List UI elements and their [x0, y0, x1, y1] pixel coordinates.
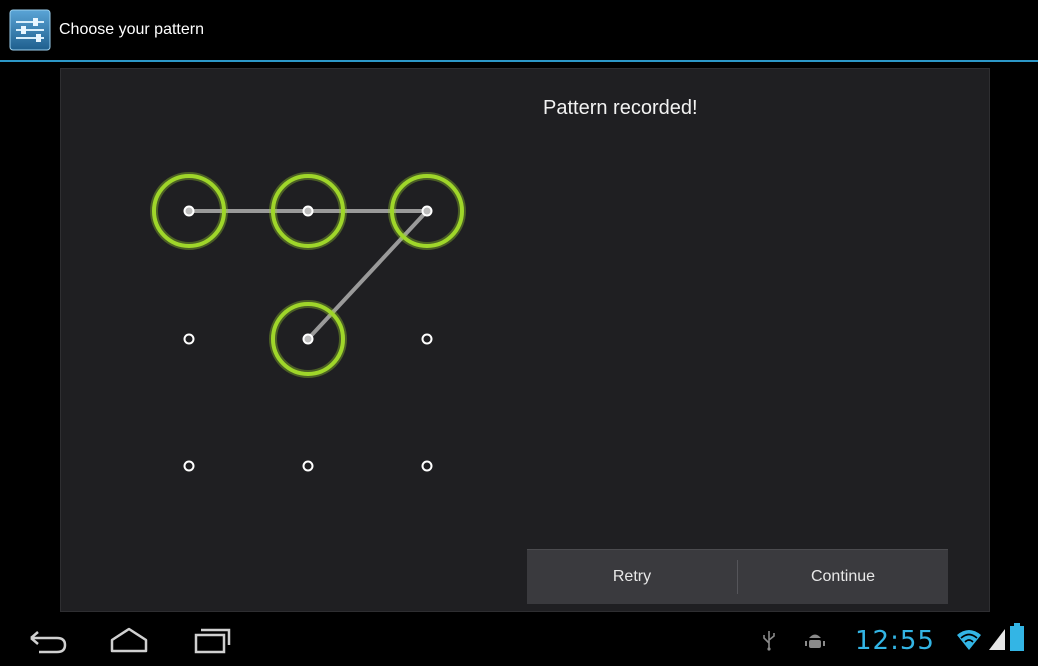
pattern-dot-4[interactable]	[183, 333, 195, 345]
battery-icon	[1010, 623, 1024, 651]
retry-button[interactable]: Retry	[527, 550, 737, 604]
pattern-status-message: Pattern recorded!	[543, 97, 698, 119]
continue-button[interactable]: Continue	[738, 550, 948, 604]
pattern-dot-8[interactable]	[302, 460, 314, 472]
clock[interactable]: 12:55	[855, 626, 935, 656]
wifi-icon	[957, 630, 981, 650]
recent-apps-icon[interactable]	[182, 614, 242, 666]
android-debug-icon	[805, 634, 825, 648]
pattern-dot-2[interactable]	[302, 205, 314, 217]
pattern-dot-6[interactable]	[421, 333, 433, 345]
pattern-dot-3[interactable]	[421, 205, 433, 217]
pattern-path-segment	[306, 209, 429, 341]
pattern-dot-7[interactable]	[183, 460, 195, 472]
signal-icon	[989, 629, 1005, 650]
home-icon[interactable]	[99, 614, 159, 666]
back-icon[interactable]	[17, 614, 77, 666]
system-bar: 12:55	[0, 614, 1038, 666]
pattern-dot-5[interactable]	[302, 333, 314, 345]
usb-icon	[763, 631, 775, 651]
button-bar: Retry Continue	[527, 549, 948, 604]
pattern-dot-1[interactable]	[183, 205, 195, 217]
pattern-dot-9[interactable]	[421, 460, 433, 472]
